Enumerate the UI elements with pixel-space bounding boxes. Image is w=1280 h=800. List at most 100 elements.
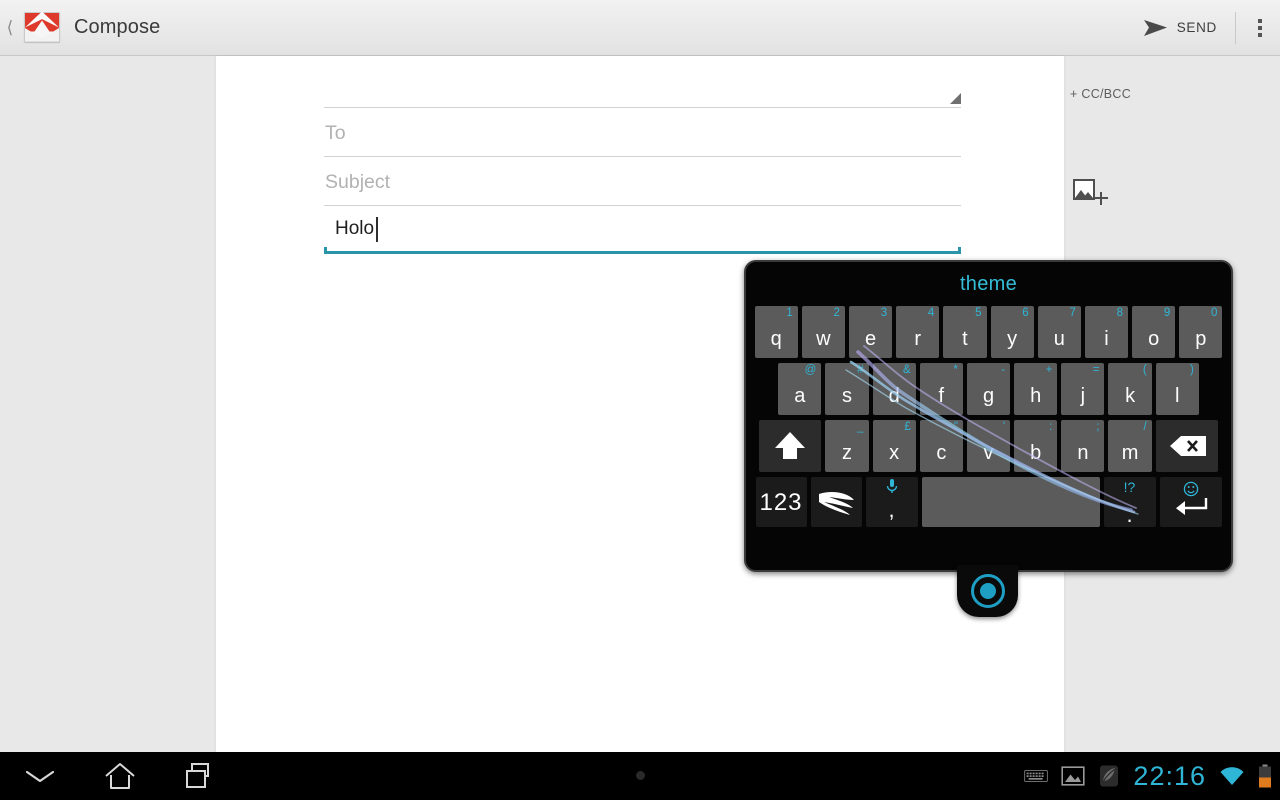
keyboard-row-3: _ z £ x " c ' v: b; n / m (746, 420, 1231, 472)
period-label: . (1126, 502, 1133, 527)
key-label: b (1030, 442, 1042, 464)
home-icon[interactable] (80, 752, 160, 800)
key-alt-label: = (1092, 364, 1100, 376)
keyboard-row-2: @ a # s & d * f - g + h = j(k) l (746, 363, 1231, 415)
key-alt-label: 6 (1022, 307, 1029, 319)
suggestion-bar[interactable]: theme (746, 262, 1231, 306)
key-t[interactable]: 5t (943, 306, 987, 358)
key-z[interactable]: _ z (825, 420, 869, 472)
text-caret (376, 217, 378, 242)
key-x[interactable]: £ x (872, 420, 916, 472)
key-alt-label: / (1143, 421, 1147, 433)
gmail-logo[interactable] (18, 8, 62, 48)
key-f[interactable]: * f (919, 363, 963, 415)
key-n[interactable]: ; n (1061, 420, 1105, 472)
key-label: n (1077, 442, 1089, 464)
key-o[interactable]: 9o (1132, 306, 1176, 358)
suggestion-word[interactable]: theme (960, 273, 1017, 296)
message-body-text: Holo (335, 218, 375, 239)
backspace-key[interactable] (1155, 420, 1218, 472)
key-label: k (1125, 385, 1136, 407)
key-alt-label: 8 (1116, 307, 1124, 319)
screenshot-icon[interactable] (1061, 765, 1086, 787)
swiftkey-notification-icon[interactable] (1098, 764, 1120, 788)
subject-field-row[interactable]: Subject (324, 157, 1108, 206)
focused-field-underline (324, 247, 961, 254)
key-label: j (1080, 385, 1086, 407)
key-w[interactable]: 2w (801, 306, 845, 358)
key-h[interactable]: + h (1014, 363, 1058, 415)
key-alt-label: 9 (1163, 307, 1171, 319)
status-bar-clock: 22:16 (1133, 760, 1206, 791)
comma-key[interactable]: , (865, 477, 918, 527)
keyboard-resize-handle-icon[interactable] (957, 565, 1018, 617)
key-q[interactable]: 1q (754, 306, 798, 358)
key-v[interactable]: ' v (966, 420, 1011, 472)
period-key[interactable]: !? . (1103, 477, 1156, 527)
message-body-field[interactable]: Holo (324, 206, 961, 254)
space-key[interactable] (921, 477, 1100, 527)
key-l[interactable]: ) l (1155, 363, 1199, 415)
recent-apps-icon[interactable] (160, 752, 240, 800)
shift-icon (775, 432, 806, 448)
key-alt-label: : (1049, 421, 1053, 433)
battery-icon[interactable] (1258, 764, 1272, 788)
key-i[interactable]: 8i (1084, 306, 1129, 358)
to-field-row[interactable]: To + CC/BCC (324, 87, 1131, 157)
key-r[interactable]: 4r (896, 306, 940, 358)
enter-key[interactable] (1159, 477, 1222, 527)
add-image-icon[interactable] (1071, 179, 1108, 209)
key-alt-label: * (953, 364, 958, 376)
key-alt-label: ' (1002, 421, 1006, 433)
swiftkey-logo-icon[interactable] (810, 477, 862, 527)
key-d[interactable]: & d (872, 363, 916, 415)
enter-icon (1174, 497, 1208, 521)
shift-key[interactable] (759, 420, 822, 472)
overflow-menu-icon[interactable] (1240, 0, 1280, 56)
key-m[interactable]: / m (1108, 420, 1152, 472)
key-label: h (1030, 385, 1042, 407)
key-alt-label: + (1045, 364, 1053, 376)
key-e[interactable]: 3e (848, 306, 893, 358)
key-alt-label: # (857, 364, 864, 376)
wifi-icon[interactable] (1219, 766, 1245, 786)
key-label: d (888, 385, 900, 407)
key-c[interactable]: " c (919, 420, 963, 472)
key-alt-label: 7 (1069, 307, 1076, 319)
numeric-mode-key[interactable]: 123 (755, 477, 807, 527)
key-label: p (1195, 328, 1207, 350)
key-alt-label: 2 (833, 307, 840, 319)
key-label: u (1053, 328, 1065, 350)
key-u[interactable]: 7u (1037, 306, 1081, 358)
key-alt-label: - (1001, 364, 1006, 376)
key-j[interactable]: = j (1061, 363, 1105, 415)
key-alt-label: 5 (975, 307, 982, 319)
key-alt-label: " (953, 421, 958, 433)
action-bar: ⟨ Compose SEND (0, 0, 1280, 56)
status-bar-icons: 22:16 (1024, 752, 1272, 800)
from-field-row[interactable] (324, 56, 961, 108)
key-alt-label: 1 (786, 307, 793, 319)
on-screen-keyboard[interactable]: theme 1q2w3e4r5t6y7u8i9o0p @ a # s & d * f - g + h =… (744, 260, 1233, 572)
key-y[interactable]: 6y (990, 306, 1034, 358)
key-label: z (841, 442, 852, 464)
key-b[interactable]: :b (1014, 420, 1058, 472)
cc-bcc-button[interactable]: + CC/BCC (1070, 87, 1131, 101)
key-label: c (936, 442, 947, 464)
key-k[interactable]: (k (1108, 363, 1152, 415)
comma-label: , (888, 497, 895, 522)
key-alt-label: _ (857, 421, 864, 433)
key-alt-label: @ (804, 364, 817, 376)
android-tablet-screen: ⟨ Compose SEND To + CC/BCC Subject Holo … (0, 0, 1280, 800)
key-p[interactable]: 0p (1179, 306, 1223, 358)
expand-handle-icon[interactable] (950, 93, 961, 104)
key-label: y (1007, 328, 1018, 350)
key-label: l (1175, 385, 1180, 407)
send-button[interactable]: SEND (1133, 0, 1231, 56)
keyboard-indicator-icon[interactable] (1024, 768, 1049, 784)
key-s[interactable]: # s (825, 363, 869, 415)
key-a[interactable]: @ a (778, 363, 822, 415)
chevron-left-icon[interactable]: ⟨ (0, 0, 20, 56)
hide-keyboard-icon[interactable] (0, 752, 80, 800)
key-g[interactable]: -g (966, 363, 1011, 415)
